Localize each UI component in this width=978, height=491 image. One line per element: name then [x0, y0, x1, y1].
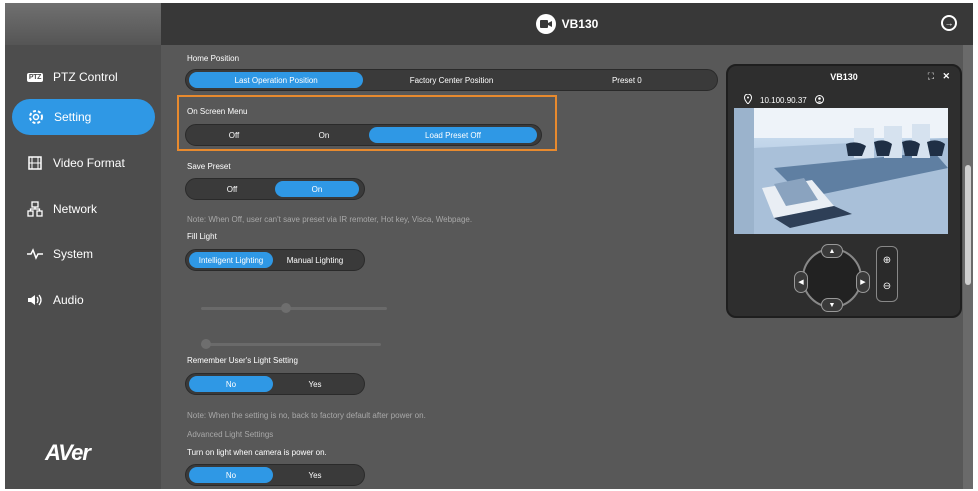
option-off[interactable]: Off — [189, 181, 275, 197]
sidebar-item-label: Network — [53, 202, 98, 216]
camera-live-view — [734, 108, 948, 234]
option-yes[interactable]: Yes — [273, 376, 357, 392]
location-icon — [743, 93, 753, 106]
sidebar-header — [5, 3, 161, 45]
on-screen-menu-label: On Screen Menu — [187, 107, 248, 116]
gear-icon — [26, 107, 46, 127]
film-icon — [25, 153, 45, 173]
option-preset-0[interactable]: Preset 0 — [540, 72, 714, 88]
light-slider-2[interactable] — [201, 339, 381, 349]
slider-knob[interactable] — [281, 303, 291, 313]
network-icon — [25, 199, 45, 219]
turn-on-light-label: Turn on light when camera is power on. — [187, 448, 327, 457]
option-last-operation-position[interactable]: Last Operation Position — [189, 72, 364, 88]
sidebar-item-network[interactable]: Network — [5, 191, 161, 227]
fill-light-label: Fill Light — [187, 232, 217, 241]
option-manual-lighting[interactable]: Manual Lighting — [273, 252, 357, 268]
sidebar-item-label: Audio — [53, 293, 84, 307]
remember-light-note: Note: When the setting is no, back to fa… — [187, 411, 426, 420]
remember-light-label: Remember User's Light Setting — [187, 356, 298, 365]
home-position-label: Home Position — [187, 54, 240, 63]
zoom-controls: ⊕ ⊖ — [876, 246, 898, 302]
pan-down-button[interactable]: ▼ — [821, 298, 843, 312]
sidebar: PTZ PTZ Control Setting Video Format Net… — [5, 3, 161, 489]
scrollbar[interactable] — [963, 45, 973, 489]
sidebar-item-label: System — [53, 247, 94, 261]
advanced-light-label[interactable]: Advanced Light Settings — [187, 430, 273, 439]
aver-logo: AVer — [45, 440, 91, 465]
camera-ip: 10.100.90.37 — [760, 95, 807, 105]
ptz-direction-pad: ▲ ▼ ◀ ▶ — [794, 244, 870, 314]
save-preset-selector: Off On — [185, 178, 365, 200]
light-slider-1[interactable] — [201, 303, 387, 313]
on-screen-menu-selector: Off On Load Preset Off — [185, 124, 542, 146]
slider-knob[interactable] — [201, 339, 211, 349]
scroll-thumb[interactable] — [965, 165, 971, 285]
pan-right-button[interactable]: ▶ — [856, 271, 870, 293]
option-on[interactable]: On — [279, 127, 369, 143]
option-yes[interactable]: Yes — [273, 467, 357, 483]
sidebar-item-ptz-control[interactable]: PTZ PTZ Control — [5, 59, 161, 95]
sidebar-item-label: Video Format — [53, 156, 125, 170]
save-preset-note: Note: When Off, user can't save preset v… — [187, 215, 473, 224]
sidebar-item-video-format[interactable]: Video Format — [5, 145, 161, 181]
sidebar-item-setting[interactable]: Setting — [12, 99, 155, 135]
preview-title: VB130 — [830, 72, 858, 82]
camera-title[interactable]: VB130 — [535, 14, 599, 34]
ptz-icon: PTZ — [26, 72, 44, 82]
close-icon[interactable]: ✕ — [942, 71, 950, 82]
top-bar: VB130 → — [161, 3, 973, 45]
zoom-out-icon[interactable]: ⊖ — [877, 273, 897, 299]
camera-name: VB130 — [561, 17, 599, 31]
sidebar-item-label: Setting — [54, 110, 92, 124]
camera-preview-panel: VB130 ⛶ ✕ 10.100.90.37 ▲ ▼ ◀ ▶ ⊕ ⊖ — [726, 64, 962, 318]
sidebar-item-system[interactable]: System — [5, 236, 161, 272]
zoom-in-icon[interactable]: ⊕ — [877, 247, 897, 273]
turn-on-light-selector: No Yes — [185, 464, 365, 486]
option-no[interactable]: No — [189, 467, 273, 483]
user-icon — [814, 94, 824, 106]
home-position-selector: Last Operation Position Factory Center P… — [185, 69, 718, 91]
option-intelligent-lighting[interactable]: Intelligent Lighting — [189, 252, 273, 268]
pan-up-button[interactable]: ▲ — [821, 244, 843, 258]
logout-icon[interactable]: → — [941, 15, 957, 31]
remember-light-selector: No Yes — [185, 373, 365, 395]
option-off[interactable]: Off — [189, 127, 279, 143]
camera-icon — [535, 14, 556, 34]
sidebar-item-audio[interactable]: Audio — [5, 282, 161, 318]
pan-left-button[interactable]: ◀ — [794, 271, 808, 293]
option-on[interactable]: On — [275, 181, 359, 197]
save-preset-label: Save Preset — [187, 162, 231, 171]
speaker-icon — [25, 290, 45, 310]
option-load-preset-off[interactable]: Load Preset Off — [369, 127, 537, 143]
preview-info: 10.100.90.37 — [743, 93, 824, 106]
fullscreen-icon[interactable]: ⛶ — [928, 71, 934, 82]
option-no[interactable]: No — [189, 376, 273, 392]
pulse-icon — [25, 244, 45, 264]
sidebar-item-label: PTZ Control — [53, 70, 118, 84]
option-factory-center-position[interactable]: Factory Center Position — [363, 72, 539, 88]
app-window: PTZ PTZ Control Setting Video Format Net… — [0, 0, 978, 491]
fill-light-selector: Intelligent Lighting Manual Lighting — [185, 249, 365, 271]
